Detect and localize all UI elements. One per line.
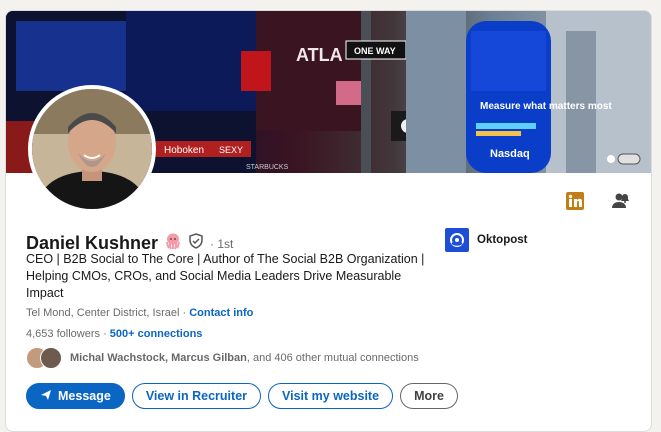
mutual-avatar [40, 347, 62, 369]
location-row: Tel Mond, Center District, Israel · Cont… [26, 307, 254, 319]
company-name: Oktopost [477, 234, 528, 246]
nasdaq-logo: Nasdaq [490, 148, 530, 160]
shop-sign-hoboken: Hoboken [164, 145, 204, 156]
current-company[interactable]: Oktopost [445, 228, 527, 252]
shop-sign-sexy: SEXY [219, 145, 243, 155]
linkedin-premium-icon[interactable] [563, 189, 587, 213]
more-button[interactable]: More [400, 383, 458, 409]
mutual-avatars [26, 347, 64, 369]
message-button-label: Message [58, 389, 111, 403]
profile-headline: CEO | B2B Social to The Core | Author of… [26, 252, 425, 300]
contact-info-link[interactable]: Contact info [189, 307, 253, 319]
profile-actions: Message View in Recruiter Visit my websi… [26, 383, 458, 409]
profile-location: Tel Mond, Center District, Israel [26, 307, 180, 319]
followers-row: 4,653 followers · 500+ connections [26, 328, 203, 340]
follow-person-bell-icon[interactable] [609, 189, 633, 213]
mutual-rest: , and 406 other mutual connections [246, 352, 419, 364]
nasdaq-screen-line: Measure what matters most [480, 101, 612, 112]
shop-sign-starbucks: STARBUCKS [246, 164, 289, 171]
message-button[interactable]: Message [26, 383, 125, 409]
followers-count: 4,653 followers [26, 328, 100, 340]
paper-plane-icon [40, 389, 52, 404]
street-sign: ONE WAY [354, 46, 396, 56]
view-in-recruiter-button[interactable]: View in Recruiter [131, 383, 262, 409]
mutual-connections-text: Michal Wachstock, Marcus Gilban, and 406… [70, 352, 419, 364]
profile-card: Hoboken SEXY STARBUCKS ATLA ONE WAY Meas… [5, 10, 652, 432]
brand-sign: ATLA [296, 45, 343, 65]
visit-website-button[interactable]: Visit my website [268, 383, 394, 409]
mutual-names: Michal Wachstock, Marcus Gilban [70, 352, 247, 364]
mutual-connections[interactable]: Michal Wachstock, Marcus Gilban, and 406… [26, 347, 419, 369]
oktopost-logo-icon [445, 228, 469, 252]
profile-avatar[interactable] [28, 85, 156, 213]
connections-link[interactable]: 500+ connections [110, 328, 203, 340]
connection-degree: · 1st [210, 236, 234, 251]
